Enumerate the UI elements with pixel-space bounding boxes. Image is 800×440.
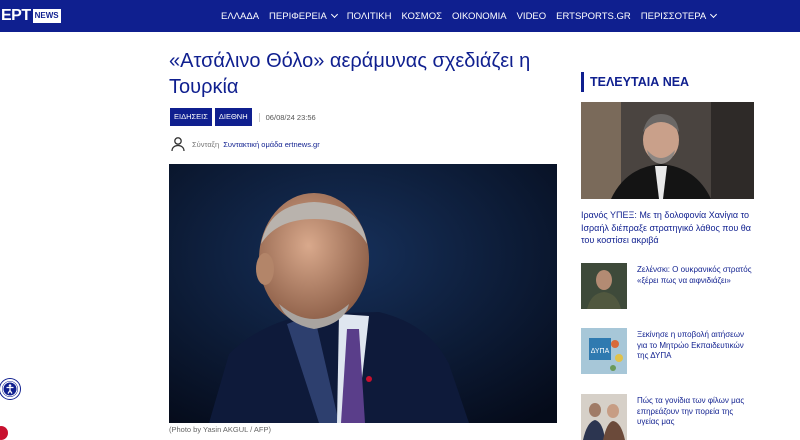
tag-international[interactable]: ΔΙΕΘΝΗ	[214, 108, 252, 126]
news-title[interactable]: Ξεκίνησε η υποβολή αιτήσεων για το Μητρώ…	[637, 330, 752, 362]
article-meta: ΕΙΔΗΣΕΙΣ ΔΙΕΘΝΗ 06/08/24 23:56	[170, 108, 316, 126]
news-thumbnail	[581, 394, 627, 440]
list-item[interactable]: Ζελένσκι: Ο ουκρανικός στρατός «ξέρει πω…	[581, 263, 756, 309]
nav-item-label: ΠΕΡΙΣΣΟΤΕΡΑ	[640, 10, 707, 22]
nav-item-label: VIDEO	[516, 10, 547, 22]
article-hero-image	[169, 164, 557, 423]
tag-news[interactable]: ΕΙΔΗΣΕΙΣ	[170, 108, 212, 126]
list-item[interactable]: Πώς τα γονίδια των φίλων μας επηρεάζουν …	[581, 394, 756, 440]
top-navbar: ΕΡΤ NEWS ΕΛΛΑΔΑ ΠΕΡΙΦΕΡΕΙΑ ΠΟΛΙΤΙΚΗ ΚΟΣΜ…	[0, 0, 800, 32]
nav-item-label: ΟΙΚΟΝΟΜΙΑ	[451, 10, 507, 22]
chevron-down-icon	[330, 10, 338, 19]
author-label: Σύνταξη	[192, 139, 220, 149]
thumb-label: ΔΥΠΑ	[591, 348, 610, 355]
nav-item-video[interactable]: VIDEO	[517, 11, 547, 22]
nav-item-ertsports[interactable]: ERTSPORTS.GR	[556, 11, 631, 22]
nav-item-more[interactable]: ΠΕΡΙΣΣΟΤΕΡΑ	[640, 10, 718, 22]
article-title: «Ατσάλινο Θόλο» αεράμυνας σχεδιάζει η Το…	[169, 50, 531, 98]
accessibility-icon	[2, 381, 18, 397]
news-thumbnail: ΔΥΠΑ	[581, 328, 627, 374]
nav-item-regions[interactable]: ΠΕΡΙΦΕΡΕΙΑ	[269, 10, 338, 22]
chevron-down-icon	[710, 10, 718, 19]
nav-item-label: ΠΟΛΙΤΙΚΗ	[346, 10, 392, 22]
article-datetime: 06/08/24 23:56	[258, 112, 316, 122]
nav-item-economy[interactable]: ΟΙΚΟΝΟΜΙΑ	[452, 11, 507, 22]
list-item[interactable]: ΔΥΠΑ Ξεκίνησε η υποβολή αιτήσεων για το …	[581, 328, 756, 374]
nav-item-label: ΚΟΣΜΟΣ	[401, 10, 442, 22]
featured-news-title[interactable]: Ιρανός ΥΠΕΞ: Με τη δολοφονία Χανίγια το …	[581, 209, 756, 247]
author-line: Σύνταξη Συντακτική ομάδα ertnews.gr	[170, 136, 320, 152]
user-icon	[170, 136, 186, 152]
nav-item-label: ΕΛΛΑΔΑ	[221, 10, 260, 22]
nav-item-label: ΠΕΡΙΦΕΡΕΙΑ	[269, 10, 327, 22]
latest-news-heading: ΤΕΛΕΥΤΑΙΑ ΝΕΑ	[581, 72, 689, 92]
nav-item-greece[interactable]: ΕΛΛΑΔΑ	[221, 11, 259, 22]
accessibility-button[interactable]	[0, 379, 20, 399]
main-nav: ΕΛΛΑΔΑ ΠΕΡΙΦΕΡΕΙΑ ΠΟΛΙΤΙΚΗ ΚΟΣΜΟΣ ΟΙΚΟΝΟ…	[221, 0, 726, 32]
news-title[interactable]: Πώς τα γονίδια των φίλων μας επηρεάζουν …	[637, 396, 752, 428]
logo-text: ΕΡΤ	[1, 7, 31, 24]
news-thumbnail	[581, 263, 627, 309]
ert-news-logo[interactable]: ΕΡΤ NEWS	[0, 7, 61, 25]
featured-news-image[interactable]	[581, 102, 754, 199]
nav-item-politics[interactable]: ΠΟΛΙΤΙΚΗ	[347, 11, 392, 22]
news-title[interactable]: Ζελένσκι: Ο ουκρανικός στρατός «ξέρει πω…	[637, 265, 752, 286]
nav-item-world[interactable]: ΚΟΣΜΟΣ	[402, 11, 442, 22]
author-name[interactable]: Συντακτική ομάδα ertnews.gr	[223, 140, 320, 149]
logo-badge: NEWS	[32, 9, 61, 23]
floating-action-button[interactable]	[0, 426, 8, 440]
nav-item-label: ERTSPORTS.GR	[556, 10, 631, 22]
